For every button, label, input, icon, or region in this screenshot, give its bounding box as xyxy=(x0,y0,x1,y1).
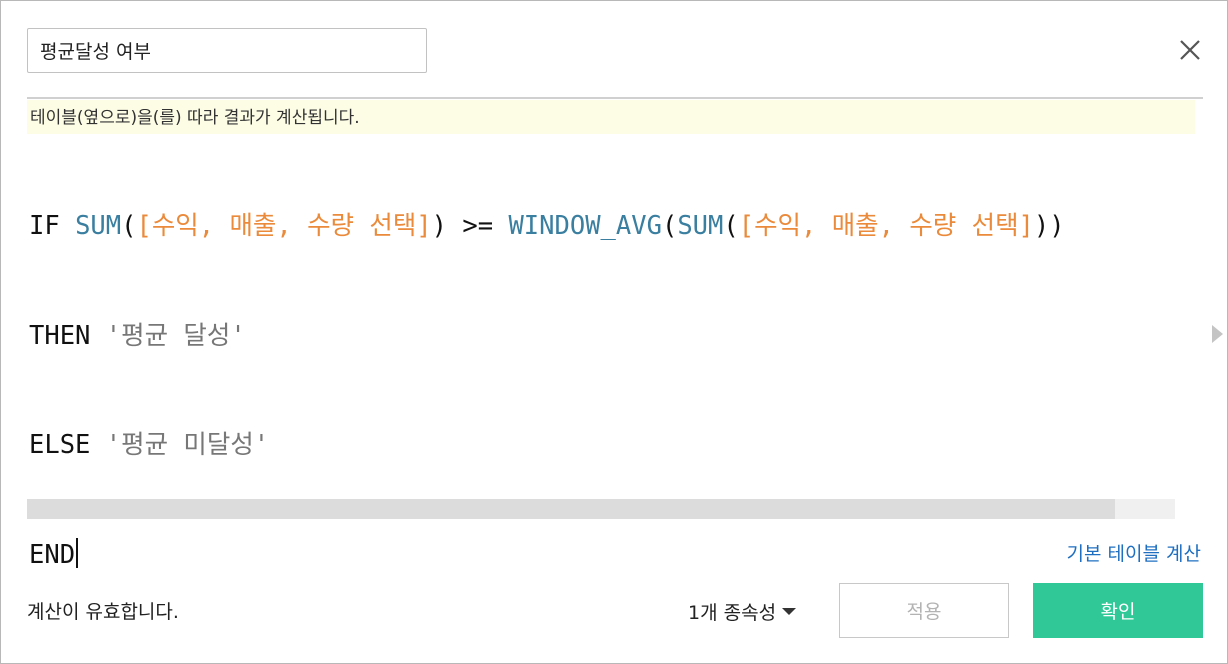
keyword-then: THEN xyxy=(29,320,91,351)
formula-line-4: END xyxy=(29,537,1195,574)
paren-close: ) xyxy=(431,211,448,241)
default-table-calculation-link[interactable]: 기본 테이블 계산 xyxy=(1067,539,1201,566)
calculation-hint: 테이블(옆으로)을(를) 따라 결과가 계산됩니다. xyxy=(27,100,1195,134)
function-sum: SUM xyxy=(677,211,724,241)
close-icon xyxy=(1180,40,1200,60)
paren-open: ( xyxy=(121,211,137,241)
ok-button[interactable]: 확인 xyxy=(1033,583,1203,638)
close-button[interactable] xyxy=(1172,33,1208,69)
field-reference: [수익, 매출, 수량 선택] xyxy=(738,211,1034,241)
paren-open: ( xyxy=(723,211,739,241)
triangle-right-icon xyxy=(1212,325,1223,343)
formula-line-1: IF SUM([수익, 매출, 수량 선택]) >= WINDOW_AVG(SU… xyxy=(29,208,1195,245)
keyword-end: END xyxy=(29,539,76,570)
text-cursor xyxy=(76,537,79,568)
dependencies-dropdown[interactable]: 1개 종속성 xyxy=(688,596,798,626)
calculation-name-input[interactable] xyxy=(27,28,427,73)
keyword-if: IF xyxy=(29,211,60,241)
formula-line-2: THEN '평균 달성' xyxy=(29,318,1195,355)
string-literal: '평균 미달성' xyxy=(105,430,270,460)
field-reference: [수익, 매출, 수량 선택] xyxy=(136,211,432,241)
function-sum: SUM xyxy=(75,211,122,241)
caret-down-icon xyxy=(780,600,798,622)
scrollbar-thumb[interactable] xyxy=(27,499,1115,519)
horizontal-scrollbar[interactable] xyxy=(27,499,1175,519)
paren-open: ( xyxy=(661,211,678,241)
header-divider xyxy=(27,97,1203,99)
string-literal: '평균 달성' xyxy=(105,320,246,351)
calculation-dialog: 테이블(옆으로)을(를) 따라 결과가 계산됩니다. IF SUM([수익, 매… xyxy=(0,0,1228,664)
validation-status: 계산이 유효합니다. xyxy=(27,601,179,623)
function-window-avg: WINDOW_AVG xyxy=(508,211,662,241)
paren-close: ) xyxy=(1049,211,1065,241)
apply-button[interactable]: 적용 xyxy=(839,583,1009,638)
expand-panel-button[interactable] xyxy=(1209,322,1225,346)
dependencies-label: 1개 종속성 xyxy=(688,601,777,624)
formula-editor[interactable]: IF SUM([수익, 매출, 수량 선택]) >= WINDOW_AVG(SU… xyxy=(27,135,1195,570)
paren-close: ) xyxy=(1033,211,1050,241)
operator-gte: >= xyxy=(447,211,509,241)
keyword-else: ELSE xyxy=(29,430,91,460)
formula-line-3: ELSE '평균 미달성' xyxy=(29,427,1195,464)
